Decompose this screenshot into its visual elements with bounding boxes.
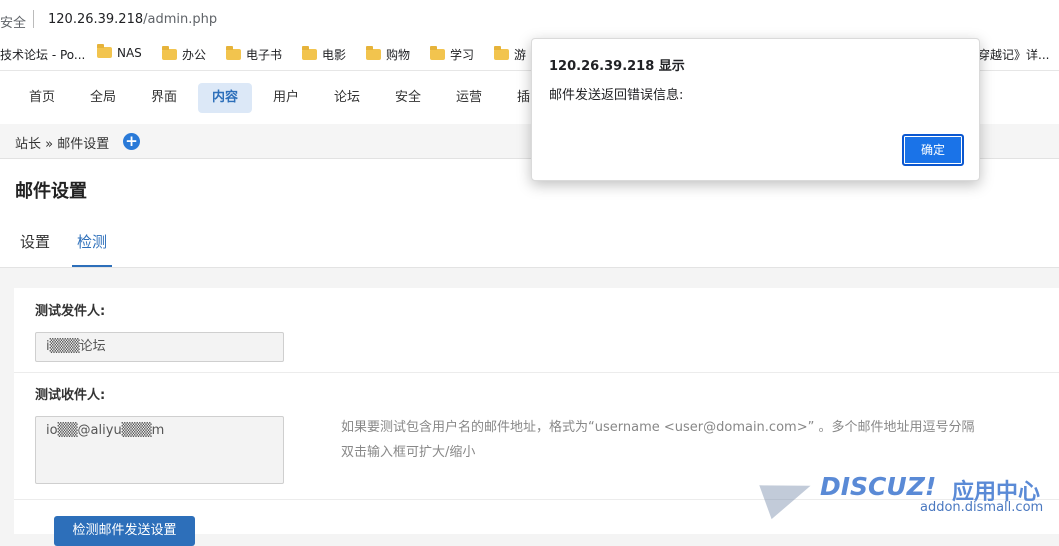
- nav-users[interactable]: 用户: [259, 83, 313, 113]
- bookmark-folder[interactable]: 游: [494, 46, 526, 63]
- expand-hint: 双击输入框可扩大/缩小: [341, 445, 476, 460]
- add-shortcut-icon[interactable]: +: [123, 133, 140, 150]
- page-title: 邮件设置: [15, 181, 87, 202]
- bookmark-label: 穿越记》详...: [978, 48, 1050, 62]
- bookmark-folder[interactable]: 办公: [162, 46, 206, 63]
- bookmark-label: 电子书: [246, 48, 283, 62]
- bookmark-folder[interactable]: 电影: [302, 46, 346, 63]
- bookmark-label: 技术论坛 - Po...: [0, 48, 86, 62]
- bookmark-label: 电影: [322, 48, 347, 62]
- watermark-logo: DISCUZ!: [820, 472, 937, 501]
- url-text[interactable]: 120.26.39.218/admin.php: [48, 12, 217, 27]
- folder-icon: [97, 44, 112, 58]
- url-path: /admin.php: [143, 12, 218, 27]
- bookmark-label: NAS: [117, 46, 142, 60]
- bookmark-item[interactable]: 技术论坛 - Po...: [0, 46, 85, 63]
- folder-icon: [162, 46, 177, 60]
- folder-icon: [302, 46, 317, 60]
- bookmark-folder[interactable]: 电子书: [226, 46, 282, 63]
- nav-security[interactable]: 安全: [381, 83, 435, 113]
- nav-global[interactable]: 全局: [76, 83, 130, 113]
- discuz-watermark: DISCUZ! 应用中心 addon.dismall.com: [759, 468, 1054, 522]
- breadcrumb-text[interactable]: 站长 » 邮件设置: [15, 133, 109, 152]
- tab-test[interactable]: 检测: [72, 231, 113, 267]
- dialog-title: 120.26.39.218 显示: [549, 59, 685, 74]
- recipient-label: 测试收件人:: [35, 388, 106, 403]
- format-hint: 如果要测试包含用户名的邮件地址，格式为“username <user@domai…: [341, 420, 975, 435]
- sender-input[interactable]: i▒▒▒论坛: [35, 332, 284, 362]
- sender-label: 测试发件人:: [35, 304, 106, 319]
- address-divider: [33, 10, 34, 28]
- bookmark-label: 办公: [182, 48, 207, 62]
- bookmark-item[interactable]: 穿越记》详...: [978, 46, 1049, 63]
- nav-operation[interactable]: 运营: [442, 83, 496, 113]
- nav-content[interactable]: 内容: [198, 83, 253, 113]
- nav-home[interactable]: 首页: [15, 83, 69, 113]
- watermark-domain: addon.dismall.com: [920, 500, 1044, 515]
- bookmark-label: 游: [514, 48, 527, 62]
- alert-dialog: 120.26.39.218 显示 邮件发送返回错误信息: 确定: [531, 38, 980, 181]
- paper-plane-icon: [759, 468, 817, 520]
- tab-settings[interactable]: 设置: [20, 231, 50, 265]
- dialog-message: 邮件发送返回错误信息:: [549, 88, 684, 103]
- bookmark-folder[interactable]: 购物: [366, 46, 410, 63]
- row-divider: [14, 372, 1059, 373]
- test-mail-button[interactable]: 检测邮件发送设置: [54, 516, 195, 546]
- security-indicator[interactable]: 安全: [0, 12, 26, 31]
- nav-interface[interactable]: 界面: [137, 83, 191, 113]
- bookmark-label: 购物: [386, 48, 411, 62]
- bookmark-folder[interactable]: 学习: [430, 46, 474, 63]
- ok-button[interactable]: 确定: [902, 134, 964, 166]
- url-host: 120.26.39.218: [48, 12, 144, 27]
- address-bar[interactable]: 安全 120.26.39.218/admin.php: [0, 0, 1059, 39]
- bookmark-label: 学习: [450, 48, 475, 62]
- nav-forum[interactable]: 论坛: [320, 83, 374, 113]
- folder-icon: [494, 46, 509, 60]
- folder-icon: [366, 46, 381, 60]
- folder-icon: [430, 46, 445, 60]
- recipient-textarea[interactable]: io▒▒@aliyu▒▒▒m: [35, 416, 284, 484]
- folder-icon: [226, 46, 241, 60]
- bookmark-folder[interactable]: NAS: [97, 44, 142, 60]
